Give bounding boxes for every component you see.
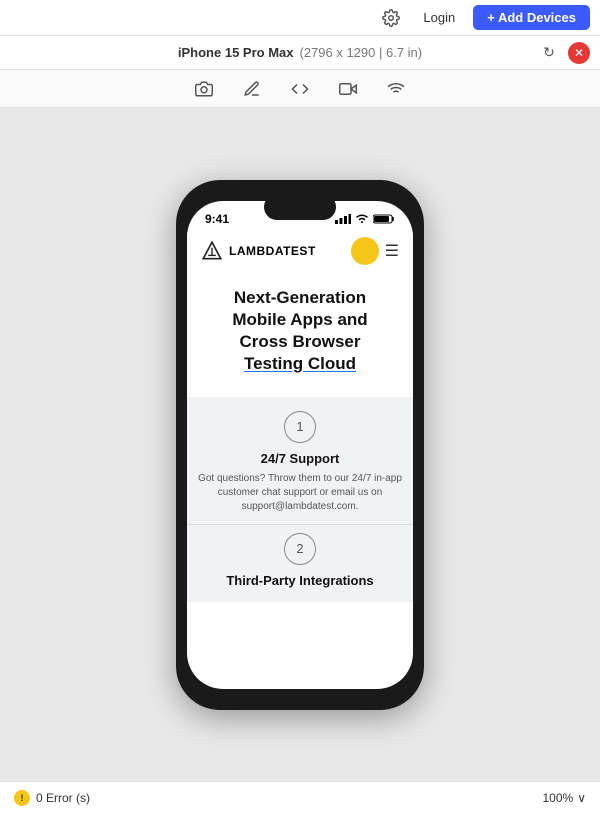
phone-content: Next-Generation Mobile Apps and Cross Br…: [187, 271, 413, 397]
hero-line3: Cross Browser: [240, 332, 361, 351]
gear-button[interactable]: [377, 4, 405, 32]
zoom-selector[interactable]: 100% ∨: [543, 791, 587, 805]
dynamic-island: [264, 194, 336, 220]
code-icon[interactable]: [286, 75, 314, 103]
logo-text: LAMBDATEST: [229, 244, 316, 258]
bottom-bar: ! 0 Error (s) 100% ∨: [0, 781, 600, 813]
phone-screen: 9:41: [187, 201, 413, 689]
device-detail: (2796 x 1290 | 6.7 in): [299, 45, 422, 60]
error-section: ! 0 Error (s): [14, 790, 90, 806]
feature2-number: 2: [284, 533, 316, 565]
lambdatest-logo-icon: [201, 240, 223, 262]
chevron-down-icon: ∨: [577, 791, 586, 805]
main-area: 9:41: [0, 108, 600, 781]
feature1-desc: Got questions? Throw them to our 24/7 in…: [187, 472, 413, 514]
hero-title: Next-Generation Mobile Apps and Cross Br…: [201, 287, 399, 375]
toolbar: [0, 70, 600, 108]
signal-bars-icon: [335, 214, 351, 224]
error-count: 0 Error (s): [36, 791, 90, 805]
feature1-number: 1: [284, 411, 316, 443]
device-name: iPhone 15 Pro Max: [178, 45, 294, 60]
status-time: 9:41: [205, 212, 229, 226]
add-devices-button[interactable]: + Add Devices: [473, 5, 590, 30]
video-icon[interactable]: [334, 75, 362, 103]
wifi-icon[interactable]: [382, 75, 410, 103]
hero-line4: Testing Cloud: [244, 354, 356, 373]
feature-divider: [187, 524, 413, 525]
zoom-level: 100%: [543, 791, 574, 805]
wifi-status-icon: [355, 214, 369, 224]
menu-icon[interactable]: ☰: [385, 241, 399, 261]
app-logo: LAMBDATEST: [201, 240, 316, 262]
feature2-title: Third-Party Integrations: [187, 573, 413, 592]
app-nav-right: ☰: [351, 237, 399, 265]
app-nav: LAMBDATEST ☰: [187, 231, 413, 271]
hero-line1: Next-Generation: [234, 288, 366, 307]
refresh-button[interactable]: ↻: [538, 42, 560, 64]
close-button[interactable]: ✕: [568, 42, 590, 64]
top-bar: Login + Add Devices: [0, 0, 600, 36]
pen-icon[interactable]: [238, 75, 266, 103]
error-icon: !: [14, 790, 30, 806]
signal-icons: [335, 214, 395, 224]
hero-line2: Mobile Apps and: [232, 310, 367, 329]
camera-icon[interactable]: [190, 75, 218, 103]
avatar: [351, 237, 379, 265]
device-bar-actions: ↻ ✕: [538, 42, 590, 64]
battery-icon: [373, 214, 395, 224]
phone-frame: 9:41: [176, 180, 424, 710]
feature-section: 1 24/7 Support Got questions? Throw them…: [187, 397, 413, 602]
device-label-bar: iPhone 15 Pro Max (2796 x 1290 | 6.7 in)…: [0, 36, 600, 70]
login-button[interactable]: Login: [415, 6, 463, 29]
feature1-title: 24/7 Support: [187, 451, 413, 466]
